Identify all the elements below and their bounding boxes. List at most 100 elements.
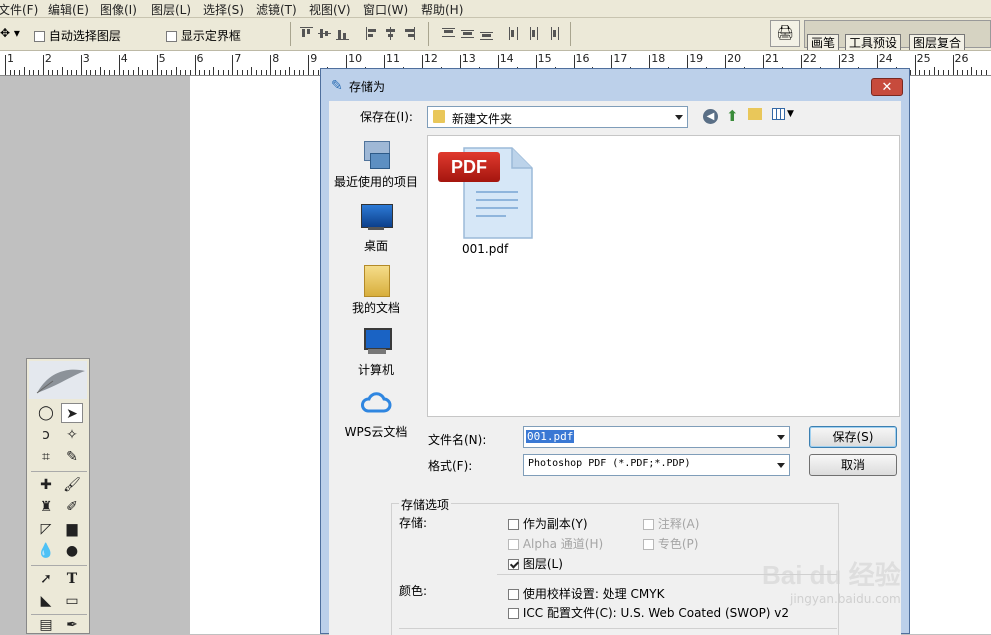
distribute-left-icon[interactable] (508, 27, 521, 40)
options-bar: ✥ ▾ 自动选择图层 显示定界框 🖨 画笔 工具预设 图层复合 (0, 18, 991, 51)
dodge-tool-icon[interactable]: ● (61, 541, 83, 561)
path-selection-tool-icon[interactable]: ➚ (35, 569, 57, 589)
pen-tool-icon[interactable]: ◣ (35, 591, 57, 611)
ruler-tick (293, 70, 295, 75)
align-right-icon[interactable] (402, 27, 415, 40)
align-vcenter-icon[interactable] (318, 27, 331, 40)
view-menu-icon[interactable] (772, 108, 785, 120)
ruler-tick (199, 70, 201, 75)
brush-tool-icon[interactable]: 🖌 (61, 475, 83, 495)
menu-bar: 文件(F) 编辑(E) 图像(I) 图层(L) 选择(S) 滤镜(T) 视图(V… (0, 0, 991, 18)
ruler-label: 18 (651, 52, 666, 65)
cancel-button[interactable]: 取消 (809, 454, 897, 476)
back-icon[interactable]: ◀ (703, 109, 718, 124)
dialog-titlebar[interactable]: ✎ 存储为 ✕ (321, 69, 909, 101)
gradient-tool-icon[interactable]: ▆ (61, 519, 83, 539)
auto-select-option[interactable]: 自动选择图层 (34, 27, 121, 44)
menu-help[interactable]: 帮助(H) (421, 1, 463, 18)
distribute-vcenter-icon[interactable] (461, 27, 474, 40)
places-documents[interactable]: 我的文档 (331, 263, 421, 316)
show-bounds-checkbox[interactable] (166, 31, 177, 42)
as-copy-checkbox[interactable] (508, 519, 519, 530)
ruler-tick (218, 70, 220, 75)
notes-tool-icon[interactable]: ▤ (35, 615, 57, 635)
distribute-bottom-icon[interactable] (480, 27, 493, 40)
places-recent[interactable]: 最近使用的项目 (331, 137, 421, 190)
ruler-tick (232, 55, 234, 75)
places-desktop[interactable]: 桌面 (331, 201, 421, 254)
layers-checkbox[interactable] (508, 559, 519, 570)
save-button[interactable]: 保存(S) (809, 426, 897, 448)
save-in-combo[interactable]: 新建文件夹 (427, 106, 688, 128)
format-combo[interactable]: Photoshop PDF (*.PDF;*.PDP) (523, 454, 790, 476)
ruler-tick (275, 70, 277, 75)
align-top-icon[interactable] (300, 27, 313, 40)
move-tool-icon[interactable]: ➤ (61, 403, 83, 423)
menu-window[interactable]: 窗口(W) (363, 1, 408, 18)
distribute-top-icon[interactable] (442, 27, 455, 40)
eraser-tool-icon[interactable]: ◸ (35, 519, 57, 539)
proof-option[interactable]: 使用校样设置: 处理 CMYK (508, 585, 664, 602)
tab-brushes[interactable]: 画笔 (807, 34, 840, 50)
ruler-label: 14 (499, 52, 514, 65)
new-folder-icon[interactable] (748, 108, 762, 120)
tab-tool-presets[interactable]: 工具预设 (845, 34, 902, 50)
distribute-right-icon[interactable] (546, 27, 559, 40)
auto-select-checkbox[interactable] (34, 31, 45, 42)
menu-file[interactable]: 文件(F) (0, 1, 38, 18)
eyedropper-tool-icon[interactable]: ✒ (61, 615, 83, 635)
documents-folder-icon (360, 263, 392, 297)
tab-layer-comps[interactable]: 图层复合 (909, 34, 966, 50)
proof-checkbox[interactable] (508, 589, 519, 600)
layers-option[interactable]: 图层(L) (508, 555, 563, 572)
align-hcenter-icon[interactable] (384, 27, 397, 40)
icc-option[interactable]: ICC 配置文件(C): U.S. Web Coated (SWOP) v2 (508, 604, 789, 621)
menu-filter[interactable]: 滤镜(T) (256, 1, 297, 18)
elliptical-marquee-tool-icon[interactable]: ◯ (35, 403, 57, 423)
file-list[interactable]: PDF 001.pdf (427, 135, 900, 417)
store-label: 存储: (399, 516, 428, 530)
slice-tool-icon[interactable]: ✎ (61, 447, 83, 467)
crop-tool-icon[interactable]: ⌗ (35, 447, 57, 467)
menu-image[interactable]: 图像(I) (100, 1, 137, 18)
ruler-tick (137, 67, 139, 75)
distribute-hcenter-icon[interactable] (527, 27, 540, 40)
show-bounds-option[interactable]: 显示定界框 (166, 27, 241, 44)
menu-layer[interactable]: 图层(L) (151, 1, 191, 18)
up-folder-icon[interactable]: ⬆ (726, 107, 739, 125)
menu-select[interactable]: 选择(S) (203, 1, 244, 18)
menu-view[interactable]: 视图(V) (309, 1, 351, 18)
ruler-tick (80, 55, 82, 75)
filename-input[interactable]: 001.pdf (526, 430, 575, 443)
ruler-tick (289, 67, 291, 75)
align-left-icon[interactable] (366, 27, 379, 40)
move-tool-arrow-icon[interactable]: ✥ ▾ (0, 26, 20, 40)
toolbox-header-feather-icon[interactable] (29, 361, 87, 399)
history-brush-tool-icon[interactable]: ✐ (61, 497, 83, 517)
lasso-tool-icon[interactable]: ↄ (35, 425, 57, 445)
view-chevron-down-icon[interactable]: ▼ (787, 109, 794, 119)
file-item[interactable]: PDF 001.pdf (438, 144, 542, 256)
healing-brush-tool-icon[interactable]: ✚ (35, 475, 57, 495)
places-wps-cloud[interactable]: WPS云文档 (331, 387, 421, 440)
ruler-tick (175, 67, 177, 75)
align-bottom-icon[interactable] (336, 27, 349, 40)
file-browser-icon[interactable]: 🖨 (770, 20, 800, 47)
format-value: Photoshop PDF (*.PDF;*.PDP) (528, 458, 691, 469)
clone-stamp-tool-icon[interactable]: ♜ (35, 497, 57, 517)
type-tool-icon[interactable]: T (61, 569, 83, 589)
as-copy-option[interactable]: 作为副本(Y) (508, 515, 588, 532)
filename-combo[interactable]: 001.pdf (523, 426, 790, 448)
magic-wand-tool-icon[interactable]: ✧ (61, 425, 83, 445)
places-documents-label: 我的文档 (351, 301, 400, 315)
ruler-tick (28, 70, 30, 75)
close-button[interactable]: ✕ (871, 78, 903, 96)
icc-checkbox[interactable] (508, 608, 519, 619)
ruler-tick (61, 67, 63, 75)
shape-tool-icon[interactable]: ▭ (61, 591, 83, 611)
ruler-label: 17 (613, 52, 628, 65)
ruler-tick (227, 70, 229, 75)
blur-tool-icon[interactable]: 💧 (35, 541, 57, 561)
places-computer[interactable]: 计算机 (331, 325, 421, 378)
menu-edit[interactable]: 编辑(E) (48, 1, 89, 18)
